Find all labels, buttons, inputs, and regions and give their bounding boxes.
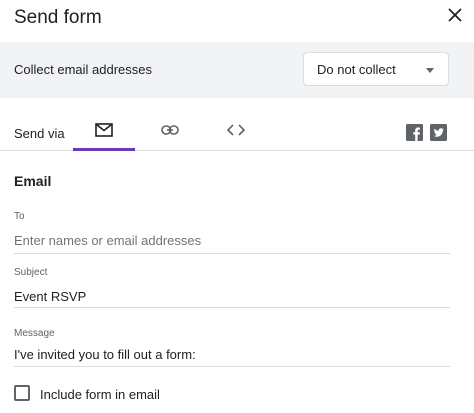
close-icon (448, 8, 462, 22)
email-icon (95, 123, 113, 137)
message-field-label: Message (14, 328, 55, 339)
close-button[interactable] (444, 4, 466, 26)
send-via-label: Send via (14, 126, 65, 141)
send-via-row: Send via (0, 110, 474, 151)
subject-field-underline (14, 307, 450, 308)
embed-code-icon (227, 124, 245, 136)
collect-email-select[interactable]: Do not collect (303, 52, 449, 86)
message-input[interactable] (14, 344, 450, 364)
subject-field-label: Subject (14, 267, 48, 278)
tab-embed[interactable] (205, 110, 267, 150)
collect-email-selected-value: Do not collect (317, 62, 396, 77)
to-field-underline (14, 253, 450, 254)
link-icon (161, 125, 179, 135)
dropdown-arrow-icon (426, 68, 434, 73)
collect-email-label: Collect email addresses (14, 62, 153, 77)
email-section-title: Email (14, 173, 52, 189)
collect-email-panel: Collect email addresses Do not collect (0, 42, 474, 98)
include-form-label[interactable]: Include form in email (40, 387, 160, 402)
tab-link[interactable] (139, 110, 201, 150)
tab-email[interactable] (73, 110, 135, 151)
dialog-title: Send form (14, 7, 102, 28)
facebook-icon[interactable] (406, 124, 423, 141)
message-field-underline (14, 366, 450, 367)
include-form-checkbox[interactable] (14, 385, 30, 401)
twitter-icon[interactable] (430, 124, 447, 141)
dialog-header: Send form (0, 0, 474, 38)
send-form-dialog: Send form Collect email addresses Do not… (0, 0, 474, 413)
to-field-label: To (14, 211, 25, 222)
to-input[interactable] (14, 230, 450, 250)
subject-input[interactable] (14, 286, 450, 306)
